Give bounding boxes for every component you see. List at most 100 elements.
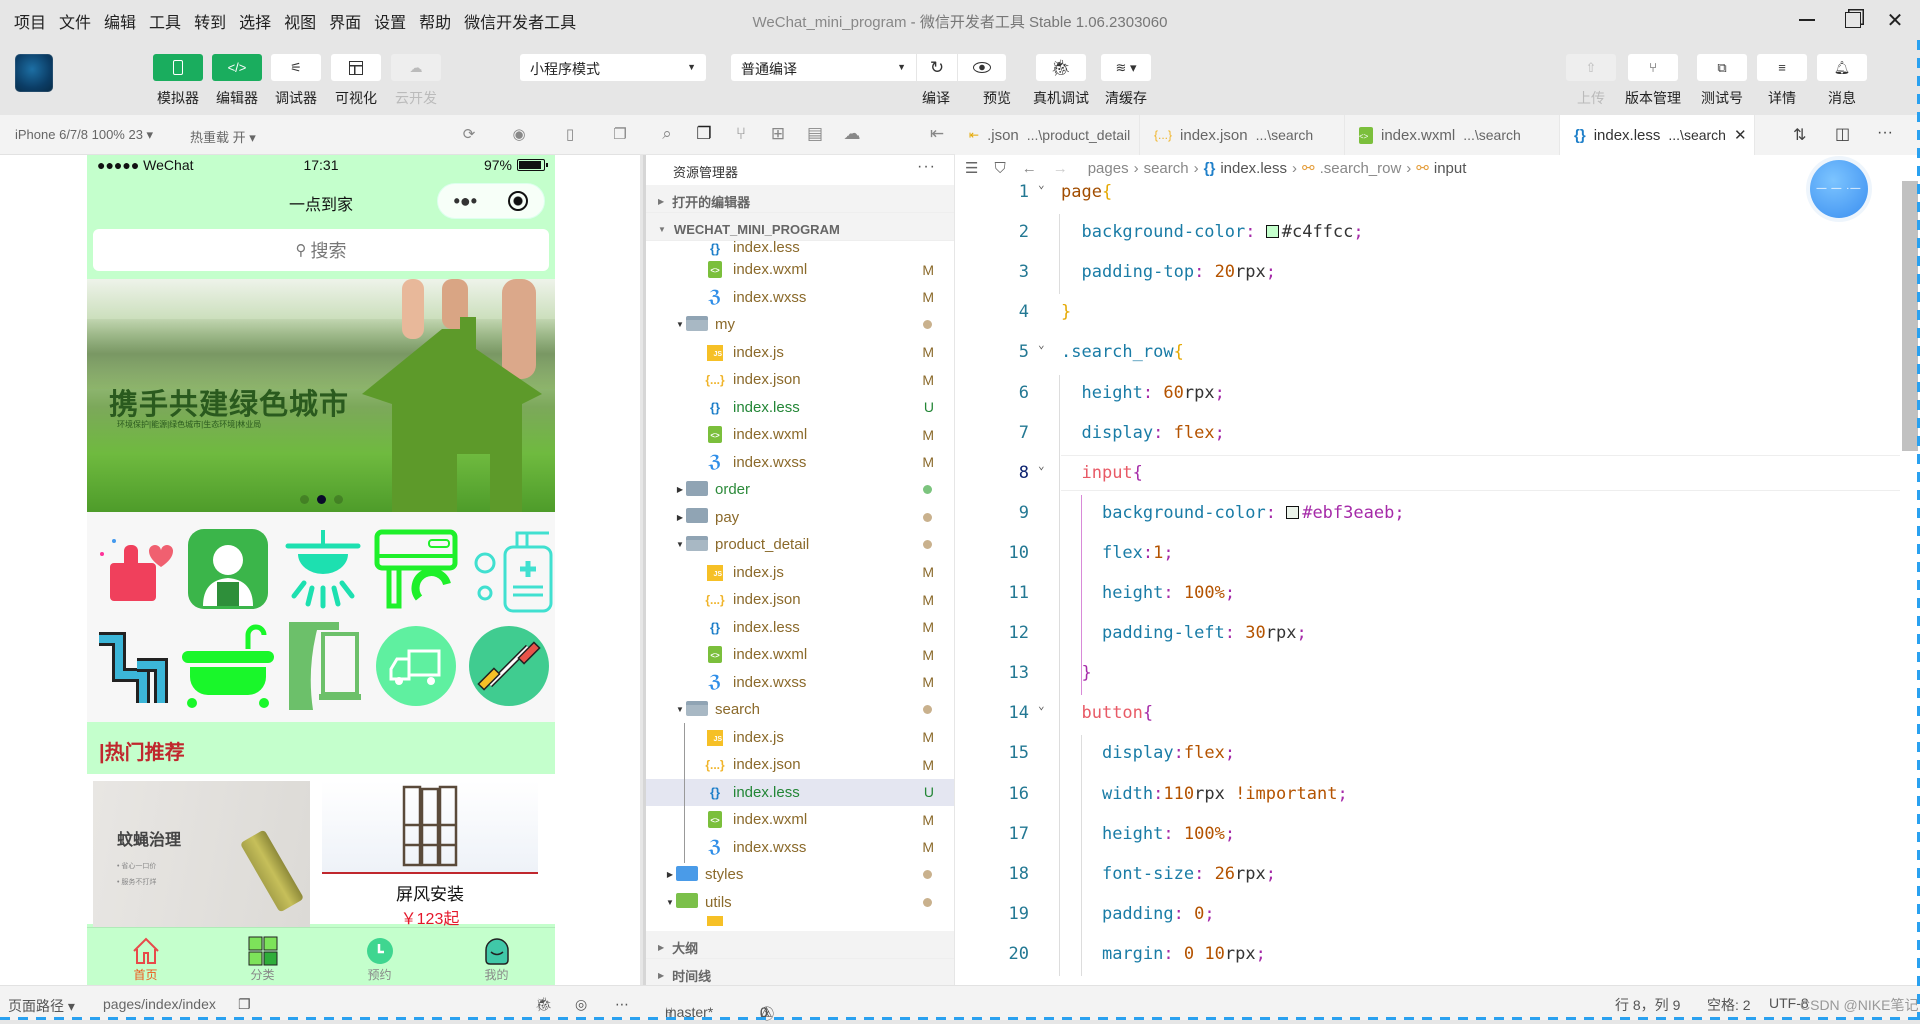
file-item[interactable]: <> index.wxml M <box>646 806 954 834</box>
category-curtain[interactable] <box>276 617 369 714</box>
fold-chevron-icon[interactable]: ⌄ <box>1038 459 1045 472</box>
compare-icon[interactable]: ⇅ <box>1793 125 1806 145</box>
file-item[interactable]: {} index.less <box>646 241 954 256</box>
file-item[interactable]: ℨindex.wxss M <box>646 834 954 862</box>
eye-icon[interactable]: ◎ <box>575 996 587 1013</box>
fold-chevron-icon[interactable]: ⌄ <box>1038 181 1045 191</box>
product-card[interactable]: 蚊蝇治理 • 省心一口价 • 服务不打烊 <box>93 781 310 931</box>
crumb-item[interactable]: index.less <box>1220 160 1287 177</box>
search-icon[interactable]: ⌕ <box>655 124 679 146</box>
visual-toggle[interactable] <box>331 54 381 81</box>
crumb-item[interactable]: .search_row <box>1320 160 1402 177</box>
file-item[interactable]: {...} index.json M <box>646 366 954 394</box>
banner-carousel[interactable]: 携手共建绿色城市 环境保护|能源|绿色城市|生态环境|林业局 <box>87 279 555 512</box>
category-plumbing[interactable] <box>87 617 180 714</box>
carousel-dot[interactable] <box>299 495 309 504</box>
debugger-toggle[interactable]: ⚟ <box>271 54 321 81</box>
refresh-sim-icon[interactable]: ⟳ <box>459 125 479 145</box>
remote-debug-button[interactable]: 🐞︎ <box>1036 54 1086 81</box>
tab-home[interactable]: 首页 <box>87 928 204 985</box>
file-item[interactable]: {} index.less M <box>646 614 954 642</box>
crumb-item[interactable]: search <box>1144 160 1189 177</box>
close-tab-icon[interactable]: ✕ <box>1734 126 1747 144</box>
more-actions-icon[interactable]: ··· <box>1877 124 1893 142</box>
editor-toggle[interactable]: </> <box>212 54 262 81</box>
copy-icon[interactable]: ❐ <box>238 996 251 1013</box>
folder-item[interactable]: ▶ styles <box>646 861 954 889</box>
bookmark-icon[interactable]: ⛉ <box>994 160 1005 177</box>
category-fitness[interactable] <box>462 617 555 714</box>
version-button[interactable]: ⑂ <box>1628 54 1678 81</box>
source-control-icon[interactable]: ⑂ <box>729 124 753 146</box>
device-select[interactable]: iPhone 6/7/8 100% 23 ▾ <box>15 127 153 143</box>
file-item[interactable]: JS index.js M <box>646 559 954 587</box>
file-item[interactable]: ℨindex.wxss M <box>646 449 954 477</box>
file-item[interactable]: <> index.wxml M <box>646 641 954 669</box>
file-item[interactable]: ℨindex.wxss M <box>646 669 954 697</box>
cursor-position[interactable]: 行 8，列 9 <box>1615 995 1680 1015</box>
mode-select[interactable]: 小程序模式 ▼ <box>520 54 706 81</box>
fold-chevron-icon[interactable]: ⌄ <box>1038 699 1045 712</box>
test-account-button[interactable]: ⧉ <box>1697 54 1747 81</box>
more-icon[interactable]: ⋯ <box>615 996 629 1013</box>
bug-icon[interactable]: 🐞︎ <box>535 996 553 1013</box>
files-icon[interactable]: ❐ <box>692 124 716 146</box>
category-air-conditioner[interactable] <box>369 520 462 617</box>
forward-arrow-icon[interactable]: → <box>1053 160 1068 177</box>
folder-item[interactable]: ▶ pay <box>646 504 954 532</box>
code-editor[interactable]: 1 ⌄ page{2 background-color: #c4ffcc; 3 pad… <box>955 181 1900 985</box>
file-item[interactable]: ℨindex.wxss M <box>646 284 954 312</box>
preview-button[interactable] <box>958 54 1006 81</box>
folder-item[interactable]: ▼ search <box>646 696 954 724</box>
crumb-item[interactable]: input <box>1434 160 1467 177</box>
save-icon[interactable]: ▤ <box>803 124 827 146</box>
page-path-toggle[interactable]: 页面路径 ▾ <box>8 996 75 1016</box>
search-input[interactable]: ⚲ 搜索 <box>93 229 549 271</box>
file-item[interactable]: {...} index.json M <box>646 751 954 779</box>
assistant-float-button[interactable]: — — ·— — <box>1810 160 1868 252</box>
category-moving[interactable] <box>369 617 462 714</box>
cloud-dev-button[interactable]: ☁ <box>391 54 441 81</box>
project-section[interactable]: ▼ WECHAT_MINI_PROGRAM <box>646 213 954 241</box>
file-item[interactable]: JS index.js M <box>646 339 954 367</box>
docker-icon[interactable]: ☁ <box>840 124 864 146</box>
editor-tab[interactable]: ⇤ .json ...\product_detail <box>955 115 1140 155</box>
messages-button[interactable]: 🔔︎ <box>1817 54 1867 81</box>
more-icon[interactable]: ··· <box>917 158 936 176</box>
device-icon[interactable]: ▯ <box>560 125 580 145</box>
close-mini-program-icon[interactable] <box>508 191 529 211</box>
close-window-button[interactable]: ✕ <box>1875 4 1915 36</box>
open-editors-section[interactable]: ▶ 打开的编辑器 <box>646 185 954 213</box>
file-item[interactable]: <> index.wxml M <box>646 421 954 449</box>
editor-tab[interactable]: <> index.wxml ...\search <box>1345 115 1560 155</box>
scrollbar-thumb[interactable] <box>1902 181 1918 451</box>
back-arrow-icon[interactable]: ← <box>1022 160 1037 177</box>
hot-reload-select[interactable]: 热重载 开 ▾ <box>190 127 256 146</box>
restore-button[interactable] <box>1833 4 1873 36</box>
category-thumbs-up[interactable] <box>87 520 180 617</box>
file-item[interactable]: <> index.wxml M <box>646 256 954 284</box>
stop-icon[interactable]: ◉ <box>509 125 529 145</box>
file-item[interactable]: {} index.less U <box>646 394 954 422</box>
category-lighting[interactable] <box>276 520 369 617</box>
more-icon[interactable]: •●• <box>454 191 477 212</box>
indentation[interactable]: 空格: 2 <box>1707 995 1751 1015</box>
collapse-sidebar-icon[interactable]: ⇤ <box>925 124 949 146</box>
file-item[interactable]: {} index.less U <box>646 778 954 806</box>
outline-section[interactable]: ▶ 大纲 <box>646 931 954 959</box>
popout-icon[interactable]: ❐ <box>610 125 630 145</box>
project-avatar[interactable] <box>15 54 53 92</box>
compile-button[interactable]: ↻ <box>917 54 957 81</box>
folder-item[interactable]: ▶ order <box>646 476 954 504</box>
category-bathroom[interactable] <box>180 617 276 714</box>
tab-booking[interactable]: 预约 <box>321 928 438 985</box>
editor-tab[interactable]: {...} index.json ...\search <box>1140 115 1345 155</box>
split-editor-icon[interactable]: ◫ <box>1835 124 1850 144</box>
category-disinfection[interactable] <box>462 520 555 617</box>
folder-item[interactable]: ▼ product_detail <box>646 531 954 559</box>
outline-list-icon[interactable]: ☰ <box>965 159 978 177</box>
file-item[interactable]: JS index.js M <box>646 724 954 752</box>
minimize-button[interactable] <box>1787 4 1827 36</box>
file-item[interactable] <box>646 916 954 926</box>
compile-select[interactable]: 普通编译 ▼ <box>731 54 916 81</box>
